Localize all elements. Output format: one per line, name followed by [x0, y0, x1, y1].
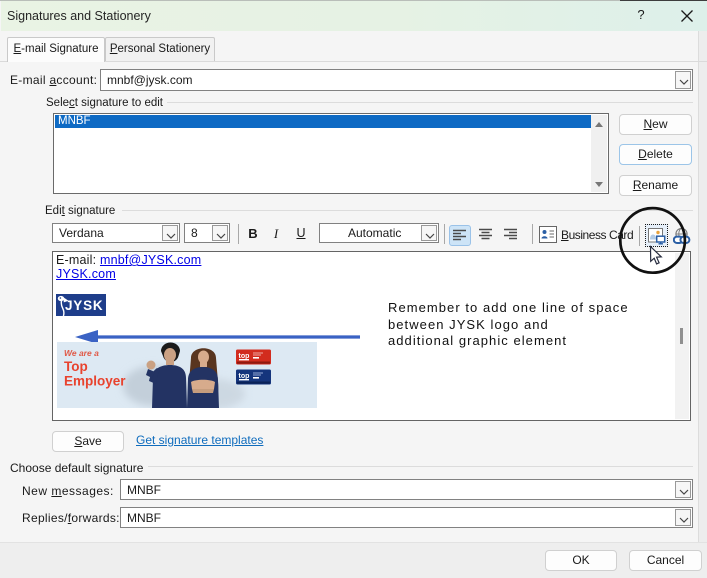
svg-text:Top: Top — [64, 359, 88, 374]
svg-text:top: top — [239, 353, 250, 360]
svg-text:Employer: Employer — [64, 374, 126, 389]
svg-text:top: top — [239, 373, 250, 380]
svg-text:We are a: We are a — [64, 348, 99, 358]
